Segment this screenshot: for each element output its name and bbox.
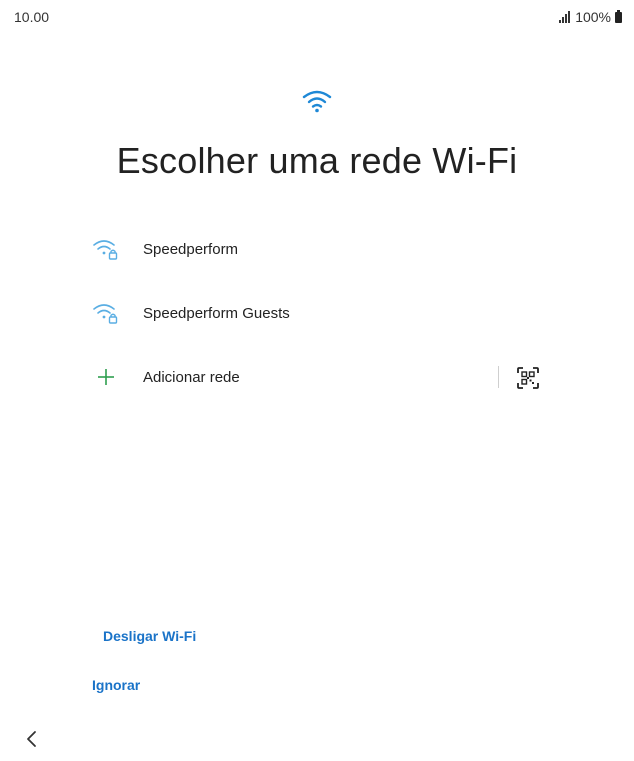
signal-icon	[559, 11, 571, 23]
turn-off-wifi-link[interactable]: Desligar Wi-Fi	[103, 628, 196, 644]
skip-link[interactable]: Ignorar	[92, 677, 140, 693]
wifi-locked-icon	[92, 234, 132, 264]
status-indicators: 100%	[559, 9, 622, 25]
back-button[interactable]	[20, 727, 42, 751]
page-title: Escolher uma rede Wi-Fi	[116, 140, 518, 181]
network-label: Speedperform Guests	[143, 304, 290, 322]
divider	[498, 366, 499, 388]
add-network-label: Adicionar rede	[143, 368, 240, 386]
add-network-item[interactable]: Adicionar rede	[80, 345, 560, 409]
network-item-speedperform-guests[interactable]: Speedperform Guests	[80, 281, 560, 345]
qr-scan-icon	[517, 367, 539, 389]
wifi-setup-screen: 10.00 100% Escolher uma rede Wi-Fi Speed…	[0, 0, 634, 761]
plus-icon	[92, 362, 132, 392]
qr-scan-button[interactable]	[514, 364, 542, 392]
wifi-locked-icon	[92, 298, 132, 328]
network-label: Speedperform	[143, 240, 239, 258]
battery-percent: 100%	[575, 9, 611, 25]
wifi-icon	[301, 88, 333, 114]
status-time: 10.00	[14, 9, 50, 25]
network-item-speedperform[interactable]: Speedperform	[80, 217, 560, 281]
battery-icon	[615, 9, 622, 23]
network-list: Speedperform Speedperform Guests Adicion…	[80, 217, 560, 409]
chevron-left-icon	[27, 731, 36, 747]
